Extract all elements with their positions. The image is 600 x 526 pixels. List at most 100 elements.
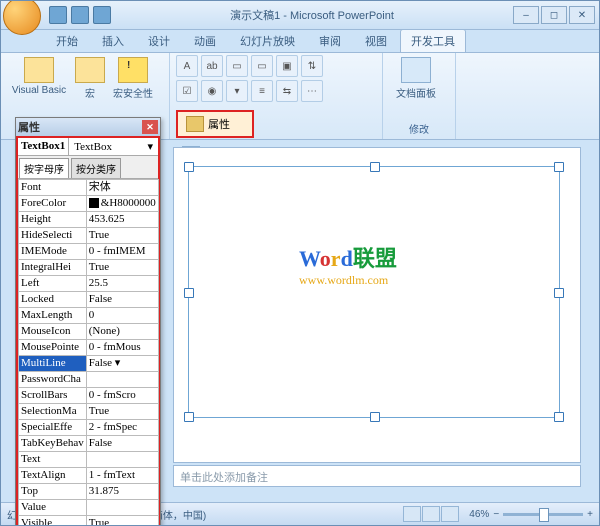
property-row[interactable]: Top31.875 xyxy=(19,484,159,500)
tab-slideshow[interactable]: 幻灯片放映 xyxy=(229,29,306,52)
save-icon[interactable] xyxy=(49,6,67,24)
tab-insert[interactable]: 插入 xyxy=(91,29,135,52)
tab-view[interactable]: 视图 xyxy=(354,29,398,52)
property-value[interactable]: True xyxy=(86,260,158,276)
properties-button[interactable]: 属性 xyxy=(176,110,254,138)
property-value[interactable]: 25.5 xyxy=(86,276,158,292)
notes-pane[interactable]: 单击此处添加备注 xyxy=(173,465,581,487)
resize-handle-se[interactable] xyxy=(554,412,564,422)
macros-button[interactable]: 宏 xyxy=(75,55,105,102)
property-row[interactable]: Font宋体 xyxy=(19,180,159,196)
zoom-in-button[interactable]: + xyxy=(587,509,593,520)
property-row[interactable]: ScrollBars0 - fmScro xyxy=(19,388,159,404)
option-control-icon[interactable]: ◉ xyxy=(201,80,223,102)
label-control-icon[interactable]: A xyxy=(176,55,198,77)
property-row[interactable]: MousePointe0 - fmMous xyxy=(19,340,159,356)
chevron-down-icon[interactable]: ▾ xyxy=(144,138,156,155)
property-row[interactable]: PasswordCha xyxy=(19,372,159,388)
resize-handle-ne[interactable] xyxy=(554,162,564,172)
normal-view-icon[interactable] xyxy=(403,506,421,522)
property-value[interactable]: 453.625 xyxy=(86,212,158,228)
zoom-thumb[interactable] xyxy=(539,508,549,522)
property-row[interactable]: Value xyxy=(19,500,159,516)
property-row[interactable]: MultiLineFalse ▾ xyxy=(19,356,159,372)
property-value[interactable]: 宋体 xyxy=(86,180,158,196)
property-row[interactable]: MouseIcon(None) xyxy=(19,324,159,340)
properties-grid[interactable]: Font宋体ForeColor&H8000000Height453.625Hid… xyxy=(18,179,159,526)
sorter-view-icon[interactable] xyxy=(422,506,440,522)
property-value[interactable]: 31.875 xyxy=(86,484,158,500)
listbox-control-icon[interactable]: ≡ xyxy=(251,80,273,102)
property-value[interactable]: 1 - fmText xyxy=(86,468,158,484)
property-value[interactable]: &H8000000 xyxy=(86,196,158,212)
property-value[interactable]: 0 - fmScro xyxy=(86,388,158,404)
properties-titlebar[interactable]: 属性 ✕ xyxy=(16,118,160,136)
properties-close-button[interactable]: ✕ xyxy=(142,120,158,134)
spin-control-icon[interactable]: ▭ xyxy=(226,55,248,77)
property-value[interactable]: True xyxy=(86,516,158,526)
macro-security-button[interactable]: 宏安全性 xyxy=(109,55,157,102)
tab-design[interactable]: 设计 xyxy=(137,29,181,52)
maximize-button[interactable]: ◻ xyxy=(541,6,567,24)
property-value[interactable]: 0 xyxy=(86,308,158,324)
toggle-control-icon[interactable]: ⇆ xyxy=(276,80,298,102)
tab-categorized[interactable]: 按分类序 xyxy=(71,158,121,178)
tab-review[interactable]: 审阅 xyxy=(308,29,352,52)
property-row[interactable]: LockedFalse xyxy=(19,292,159,308)
property-value[interactable]: True xyxy=(86,404,158,420)
property-value[interactable]: (None) xyxy=(86,324,158,340)
property-row[interactable]: IMEMode0 - fmIMEM xyxy=(19,244,159,260)
textbox-control-icon[interactable]: ab xyxy=(201,55,223,77)
zoom-slider[interactable] xyxy=(503,513,583,516)
property-row[interactable]: VisibleTrue xyxy=(19,516,159,526)
checkbox-control-icon[interactable]: ☑ xyxy=(176,80,198,102)
object-selector[interactable]: TextBox1 TextBox▾ xyxy=(18,138,158,156)
property-row[interactable]: MaxLength0 xyxy=(19,308,159,324)
property-row[interactable]: TabKeyBehavFalse xyxy=(19,436,159,452)
properties-window[interactable]: 属性 ✕ TextBox1 TextBox▾ 按字母序 按分类序 Font宋体F… xyxy=(15,117,161,526)
zoom-out-button[interactable]: − xyxy=(493,509,499,520)
resize-handle-e[interactable] xyxy=(554,288,564,298)
tab-animation[interactable]: 动画 xyxy=(183,29,227,52)
property-value[interactable]: False xyxy=(86,436,158,452)
property-value[interactable] xyxy=(86,372,158,388)
property-row[interactable]: SelectionMaTrue xyxy=(19,404,159,420)
slideshow-view-icon[interactable] xyxy=(441,506,459,522)
property-row[interactable]: IntegralHeiTrue xyxy=(19,260,159,276)
property-value[interactable]: 0 - fmIMEM xyxy=(86,244,158,260)
tab-developer[interactable]: 开发工具 xyxy=(400,29,466,52)
minimize-button[interactable]: – xyxy=(513,6,539,24)
image-control-icon[interactable]: ▣ xyxy=(276,55,298,77)
property-value[interactable]: 0 - fmMous xyxy=(86,340,158,356)
property-value[interactable]: 2 - fmSpec xyxy=(86,420,158,436)
property-value[interactable]: False xyxy=(86,292,158,308)
property-row[interactable]: HideSelectiTrue xyxy=(19,228,159,244)
property-row[interactable]: Text xyxy=(19,452,159,468)
property-value[interactable] xyxy=(86,452,158,468)
chevron-down-icon[interactable]: ▾ xyxy=(112,357,120,369)
tab-home[interactable]: 开始 xyxy=(45,29,89,52)
textbox-object[interactable]: Word联盟 www.wordlm.com xyxy=(188,166,560,418)
resize-handle-s[interactable] xyxy=(370,412,380,422)
property-row[interactable]: Left25.5 xyxy=(19,276,159,292)
resize-handle-nw[interactable] xyxy=(184,162,194,172)
property-row[interactable]: SpecialEffe2 - fmSpec xyxy=(19,420,159,436)
combobox-control-icon[interactable]: ▾ xyxy=(226,80,248,102)
close-button[interactable]: ✕ xyxy=(569,6,595,24)
undo-icon[interactable] xyxy=(71,6,89,24)
commandbutton-control-icon[interactable]: ▭ xyxy=(251,55,273,77)
property-value[interactable]: True xyxy=(86,228,158,244)
resize-handle-n[interactable] xyxy=(370,162,380,172)
redo-icon[interactable] xyxy=(93,6,111,24)
scrollbar-control-icon[interactable]: ⇅ xyxy=(301,55,323,77)
document-panel-button[interactable]: 文档面板 xyxy=(389,55,443,102)
resize-handle-sw[interactable] xyxy=(184,412,194,422)
visual-basic-button[interactable]: Visual Basic xyxy=(7,55,71,98)
property-row[interactable]: ForeColor&H8000000 xyxy=(19,196,159,212)
property-row[interactable]: Height453.625 xyxy=(19,212,159,228)
tab-alphabetic[interactable]: 按字母序 xyxy=(19,158,69,178)
property-value[interactable] xyxy=(86,500,158,516)
property-row[interactable]: TextAlign1 - fmText xyxy=(19,468,159,484)
more-controls-icon[interactable]: ⋯ xyxy=(301,80,323,102)
slide-canvas[interactable]: Word联盟 www.wordlm.com xyxy=(173,147,581,463)
